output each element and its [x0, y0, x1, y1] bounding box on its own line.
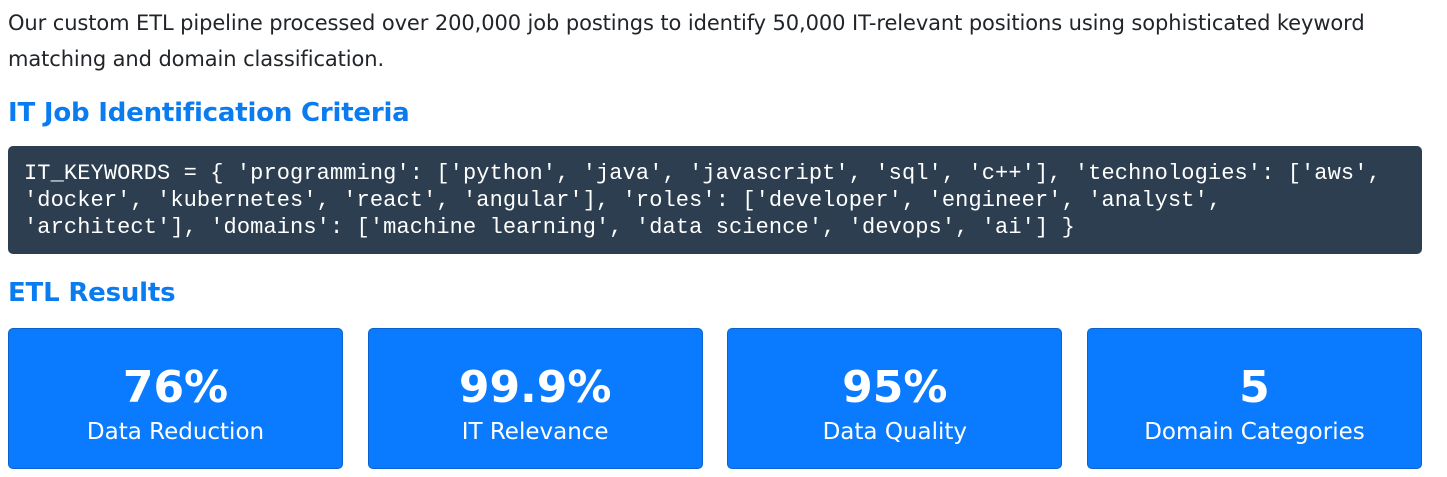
stat-label: Data Reduction: [86, 419, 265, 445]
stat-value: 95%: [842, 362, 948, 413]
stat-value: 99.9%: [458, 362, 612, 413]
results-heading: ETL Results: [8, 278, 176, 308]
stat-label: IT Relevance: [461, 419, 609, 445]
stat-card-it-relevance: 99.9% IT Relevance: [367, 328, 703, 469]
stat-value: 76%: [122, 362, 229, 413]
intro-paragraph: Our custom ETL pipeline processed over 2…: [8, 11, 1365, 71]
criteria-heading: IT Job Identification Criteria: [8, 98, 410, 128]
keywords-code-block: IT_KEYWORDS = { 'programming': ['python'…: [8, 146, 1422, 254]
stat-card-data-reduction: 76% Data Reduction: [8, 328, 343, 469]
stat-value: 5: [1239, 362, 1270, 413]
stat-label: Domain Categories: [1144, 419, 1365, 445]
results-cards: 76% Data Reduction 99.9% IT Relevance 95…: [8, 328, 1422, 469]
stat-card-domain-categories: 5 Domain Categories: [1086, 328, 1422, 469]
stat-card-data-quality: 95% Data Quality: [727, 328, 1063, 469]
content: Our custom ETL pipeline processed over 2…: [8, 0, 1422, 469]
stat-label: Data Quality: [822, 419, 968, 445]
